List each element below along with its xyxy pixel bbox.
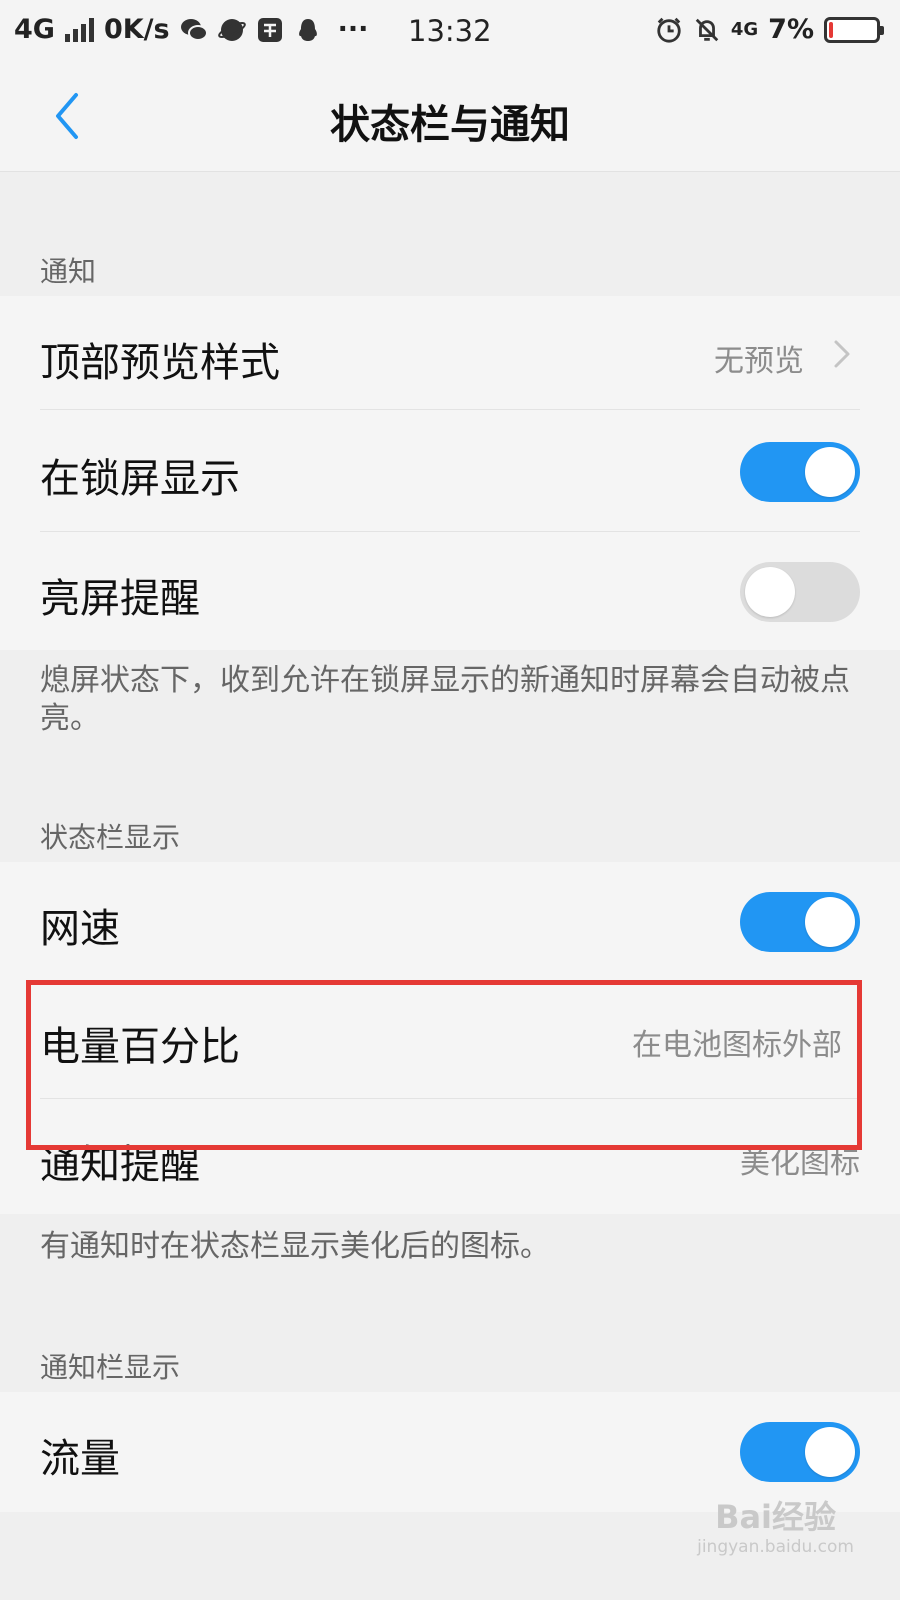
notification-bar-group: 流量 [0,1392,900,1512]
section-header-notification: 通知 [40,255,97,288]
net-speed-toggle[interactable] [740,892,860,952]
lockscreen-label: 在锁屏显示 [40,456,240,502]
watermark-sub: jingyan.baidu.com [697,1537,854,1557]
baidu-watermark: Bai经验 jingyan.baidu.com [697,1501,854,1562]
section-header-notification-bar: 通知栏显示 [40,1351,181,1384]
page-title: 状态栏与通知 [330,102,570,148]
notification-group: 顶部预览样式 无预览 在锁屏显示 亮屏提醒 [0,296,900,650]
traffic-row: 流量 [0,1392,900,1512]
status-bar: 4G 0K/s ··· 13:32 4G 7% [0,0,900,64]
preview-style-row[interactable]: 顶部预览样式 无预览 [0,296,900,416]
highlight-annotation-box [26,980,862,1150]
battery-level [829,21,833,38]
watermark-main: Bai经验 [715,1498,837,1536]
lockscreen-row: 在锁屏显示 [0,412,900,532]
network-type-secondary: 4G [730,19,759,40]
battery-icon [824,16,884,43]
more-indicator: ··· [337,14,369,45]
statusbar-description: 有通知时在状态栏显示美化后的图标。 [40,1229,550,1264]
net-speed-readout: 0K/s [103,14,170,45]
lockscreen-toggle[interactable] [740,442,860,502]
net-speed-row: 网速 [0,862,900,982]
qq-icon [294,16,322,44]
wake-screen-label: 亮屏提醒 [40,576,200,622]
network-type: 4G [14,14,55,45]
traffic-toggle[interactable] [740,1422,860,1482]
chevron-right-icon [834,340,850,368]
app-icon [256,16,284,44]
alarm-icon [655,16,683,44]
net-speed-label: 网速 [40,906,120,952]
status-left: 4G 0K/s ··· [14,14,368,45]
notification-description: 熄屏状态下，收到允许在锁屏显示的新通知时屏幕会自动被点亮。 [40,663,850,736]
wake-screen-toggle[interactable] [740,562,860,622]
wake-screen-row: 亮屏提醒 [0,532,900,652]
battery-percent-text: 7% [768,14,814,45]
preview-style-value: 无预览 [714,344,804,379]
traffic-label: 流量 [40,1436,120,1482]
signal-icon [64,17,94,42]
browser-icon [217,16,246,44]
section-header-statusbar: 状态栏显示 [40,821,181,854]
status-right: 4G 7% [655,14,884,45]
title-bar: 状态栏与通知 [0,64,900,172]
clock: 13:32 [408,14,492,48]
divider [40,409,860,410]
preview-style-label: 顶部预览样式 [40,340,280,386]
wechat-icon [180,16,208,44]
mute-icon [693,16,721,44]
